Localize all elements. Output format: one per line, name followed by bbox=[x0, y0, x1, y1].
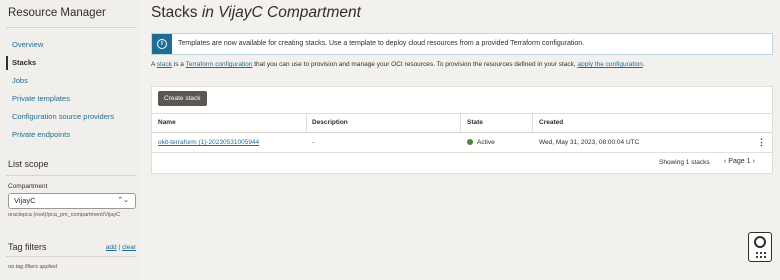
divider bbox=[6, 27, 136, 28]
stack-state-label: Active bbox=[477, 139, 495, 146]
column-divider bbox=[532, 114, 533, 133]
pagination: ‹ Page 1 › bbox=[724, 158, 755, 165]
column-header-description[interactable]: Description bbox=[312, 119, 348, 126]
status-dot-icon bbox=[467, 139, 473, 145]
desc-text: is a bbox=[171, 61, 186, 68]
desc-text: . bbox=[642, 61, 645, 68]
compartment-path: oraclepca (root)/pca_pm_compartment/Vija… bbox=[8, 212, 121, 218]
stack-description: - bbox=[312, 139, 315, 146]
help-widget-button[interactable] bbox=[748, 232, 772, 262]
column-header-created[interactable]: Created bbox=[539, 119, 563, 126]
sidebar-item-stacks[interactable]: Stacks bbox=[6, 54, 136, 72]
apply-configuration-link[interactable]: apply the configuration bbox=[577, 61, 642, 68]
sidebar-item-private-templates[interactable]: Private templates bbox=[6, 90, 136, 108]
chevron-updown-icon: ⌃⌄ bbox=[117, 197, 129, 204]
grid-dots-icon bbox=[755, 251, 766, 259]
banner-text: Templates are now available for creating… bbox=[178, 40, 585, 47]
page-title-main: Stacks bbox=[151, 4, 198, 21]
list-scope-heading: List scope bbox=[8, 159, 49, 169]
terraform-configuration-link[interactable]: Terraform configuration bbox=[186, 61, 253, 68]
tag-link-separator: | bbox=[118, 244, 121, 251]
table-row: okit-terraform (1)-20230531005944 - Acti… bbox=[152, 133, 772, 153]
desc-text: that you can use to provision and manage… bbox=[252, 61, 578, 68]
sidebar-item-jobs[interactable]: Jobs bbox=[6, 72, 136, 90]
app-title: Resource Manager bbox=[8, 7, 106, 19]
compartment-label: Compartment bbox=[8, 183, 48, 190]
compartment-value: VijayC bbox=[14, 196, 36, 205]
stack-link[interactable]: stack bbox=[157, 61, 172, 68]
tag-clear-link[interactable]: clear bbox=[122, 244, 136, 251]
table-header: Name Description State Created bbox=[152, 113, 772, 133]
tag-filter-links: add | clear bbox=[106, 244, 136, 251]
sidebar: Resource Manager Overview Stacks Jobs Pr… bbox=[0, 0, 140, 280]
column-divider bbox=[306, 114, 307, 133]
compartment-select[interactable]: VijayC ⌃⌄ bbox=[8, 193, 136, 209]
page-label: Page 1 bbox=[728, 158, 751, 165]
page-title: Stacks in VijayC Compartment bbox=[151, 4, 361, 22]
page-description: A stack is a Terraform configuration tha… bbox=[151, 61, 645, 68]
stacks-table: Create stack Name Description State Crea… bbox=[151, 86, 773, 174]
stack-name-link[interactable]: okit-terraform (1)-20230531005944 bbox=[158, 139, 259, 146]
column-header-state[interactable]: State bbox=[467, 119, 483, 126]
tag-filters-empty: no tag filters applied bbox=[8, 264, 58, 270]
page-title-suffix: in VijayC Compartment bbox=[201, 4, 361, 21]
stack-state: Active bbox=[467, 139, 495, 146]
column-header-name[interactable]: Name bbox=[158, 119, 176, 126]
tag-add-link[interactable]: add bbox=[106, 244, 117, 251]
prev-page-icon[interactable]: ‹ bbox=[724, 158, 726, 165]
divider bbox=[6, 175, 136, 176]
create-stack-button[interactable]: Create stack bbox=[158, 91, 207, 106]
row-actions-icon[interactable]: ⋮ bbox=[757, 137, 766, 148]
results-count: Showing 1 stacks bbox=[659, 159, 710, 166]
sidebar-item-overview[interactable]: Overview bbox=[6, 36, 136, 54]
info-icon: i bbox=[152, 34, 172, 54]
sidebar-item-configuration-source-providers[interactable]: Configuration source providers bbox=[6, 108, 136, 126]
info-banner: i Templates are now available for creati… bbox=[151, 33, 773, 55]
sidebar-item-private-endpoints[interactable]: Private endpoints bbox=[6, 126, 136, 144]
next-page-icon[interactable]: › bbox=[752, 158, 754, 165]
tag-filters-heading: Tag filters bbox=[8, 242, 47, 252]
column-divider bbox=[460, 114, 461, 133]
divider bbox=[6, 256, 136, 257]
lifebuoy-icon bbox=[754, 236, 766, 248]
stack-created: Wed, May 31, 2023, 08:00:04 UTC bbox=[539, 139, 640, 146]
sidebar-nav: Overview Stacks Jobs Private templates C… bbox=[6, 36, 136, 144]
